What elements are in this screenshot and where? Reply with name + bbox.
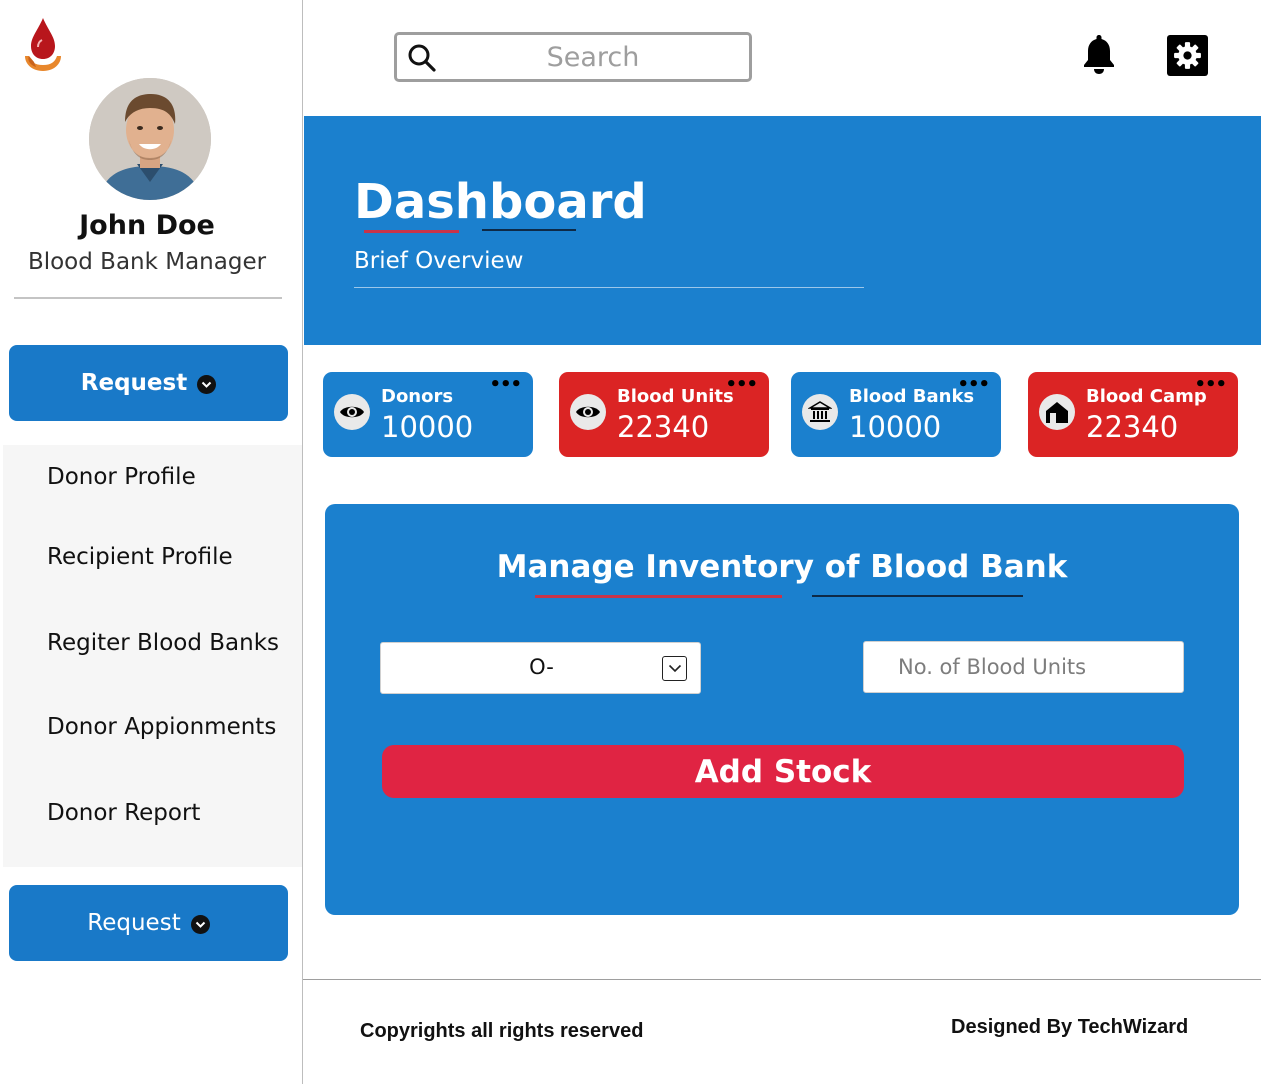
sidebar: John Doe Blood Bank Manager Request Dono… <box>0 0 302 1084</box>
search-input[interactable] <box>443 39 743 75</box>
more-options-icon[interactable]: ••• <box>725 374 758 395</box>
stat-card-blood-banks[interactable]: Blood Banks 10000 ••• <box>791 372 1001 457</box>
eye-icon <box>570 394 606 430</box>
sidebar-item-register-blood-banks[interactable]: Regiter Blood Banks <box>47 630 279 656</box>
sidebar-menu: Donor Profile Recipient Profile Regiter … <box>3 445 302 867</box>
chevron-down-icon[interactable] <box>662 656 687 681</box>
stat-value: 22340 <box>617 410 710 444</box>
eye-icon <box>334 394 370 430</box>
stat-card-blood-units[interactable]: Blood Units 22340 ••• <box>559 372 769 457</box>
footer-divider <box>303 979 1261 980</box>
inventory-panel: Manage Inventory of Blood Bank O- Add St… <box>325 504 1239 915</box>
sidebar-item-recipient-profile[interactable]: Recipient Profile <box>47 544 233 570</box>
inventory-title-underline-dark <box>812 595 1023 597</box>
stat-label: Blood Banks <box>849 386 975 407</box>
avatar[interactable] <box>89 78 211 200</box>
house-icon <box>1039 394 1075 430</box>
user-photo-icon <box>89 78 211 200</box>
stat-value: 22340 <box>1086 410 1179 444</box>
request-button-label: Request <box>80 370 188 396</box>
sidebar-item-donor-appointments[interactable]: Donor Appionments <box>47 714 276 740</box>
settings-button[interactable] <box>1167 35 1208 76</box>
add-stock-button[interactable]: Add Stock <box>382 745 1184 798</box>
inventory-title-underline-accent <box>535 595 782 598</box>
bank-icon <box>802 394 838 430</box>
blood-drop-logo-icon <box>25 18 61 71</box>
dashboard-banner: Dashboard Brief Overview <box>304 116 1261 345</box>
footer-copyright: Copyrights all rights reserved <box>360 1020 644 1042</box>
footer-designed-by: Designed By TechWizard <box>951 1016 1189 1038</box>
search-icon[interactable] <box>407 43 437 73</box>
gear-icon <box>1174 42 1201 69</box>
more-options-icon[interactable]: ••• <box>1194 374 1227 395</box>
stat-label: Blood Camp <box>1086 386 1207 407</box>
request-button-top[interactable]: Request <box>9 345 288 421</box>
sidebar-item-donor-report[interactable]: Donor Report <box>47 800 200 826</box>
blood-group-value: O- <box>529 655 554 679</box>
more-options-icon[interactable]: ••• <box>489 374 522 395</box>
stat-card-donors[interactable]: Donors 10000 ••• <box>323 372 533 457</box>
request-button-label: Request <box>87 910 181 936</box>
stat-label: Blood Units <box>617 386 734 407</box>
profile-divider <box>14 297 282 299</box>
title-underline-accent <box>364 230 459 233</box>
inventory-title: Manage Inventory of Blood Bank <box>496 549 1068 585</box>
subtitle-divider <box>354 287 864 288</box>
user-role: Blood Bank Manager <box>27 249 267 275</box>
chevron-down-icon <box>190 915 210 934</box>
page-title: Dashboard <box>354 174 647 230</box>
stat-value: 10000 <box>381 410 474 444</box>
request-button-bottom[interactable]: Request <box>9 885 288 961</box>
sidebar-item-donor-profile[interactable]: Donor Profile <box>47 464 196 490</box>
more-options-icon[interactable]: ••• <box>957 374 990 395</box>
stat-card-blood-camp[interactable]: Blood Camp 22340 ••• <box>1028 372 1238 457</box>
sidebar-divider <box>302 0 303 1084</box>
blood-group-select[interactable]: O- <box>380 642 701 694</box>
stat-label: Donors <box>381 386 454 407</box>
title-underline-dark <box>482 229 576 231</box>
search-box[interactable] <box>394 32 752 82</box>
stat-value: 10000 <box>849 410 942 444</box>
chevron-down-icon <box>197 375 217 394</box>
bell-icon[interactable] <box>1080 33 1118 75</box>
user-name: John Doe <box>79 210 215 241</box>
blood-units-input[interactable] <box>863 641 1184 693</box>
page-subtitle: Brief Overview <box>354 248 524 274</box>
